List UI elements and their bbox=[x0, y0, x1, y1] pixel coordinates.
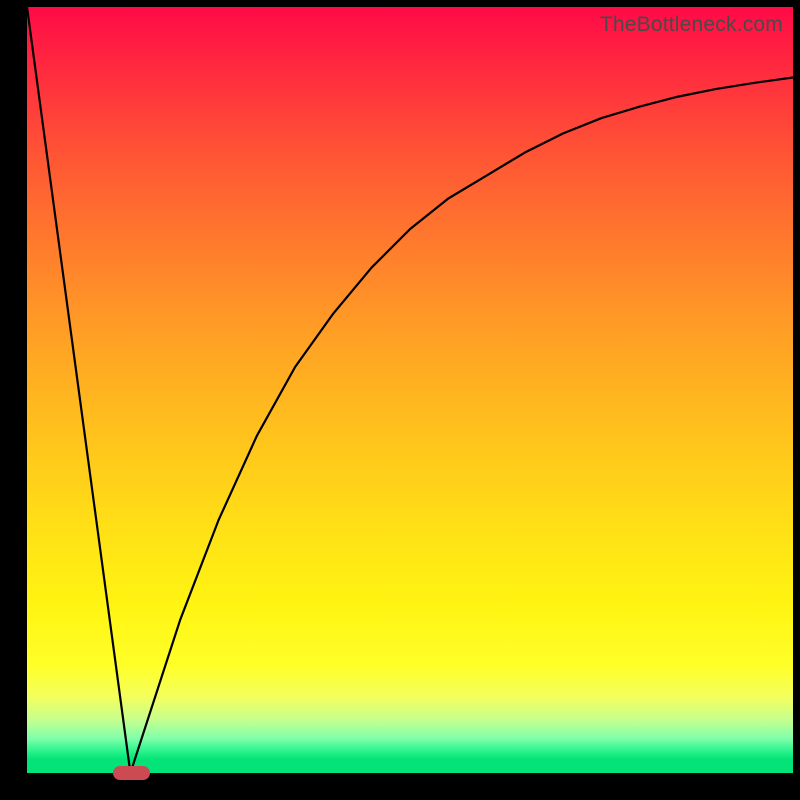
chart-plot-area: TheBottleneck.com bbox=[27, 7, 793, 773]
bottleneck-marker bbox=[113, 766, 150, 780]
curve-path bbox=[27, 7, 793, 773]
chart-curves bbox=[27, 7, 793, 773]
chart-frame: TheBottleneck.com bbox=[0, 0, 800, 800]
